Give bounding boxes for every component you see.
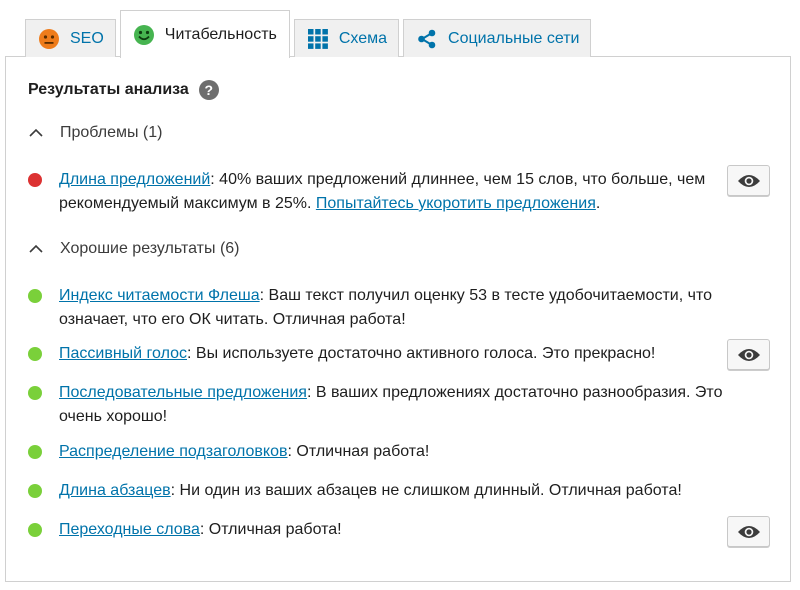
analysis-panel: Результаты анализа ? Проблемы (1) Длина … xyxy=(5,56,791,582)
shorten-sentences-link[interactable]: Попытайтесь укоротить предложения xyxy=(316,195,596,212)
chevron-up-icon xyxy=(28,125,44,141)
tab-schema-label: Схема xyxy=(338,29,388,47)
result-link[interactable]: Переходные слова xyxy=(59,521,200,538)
result-link[interactable]: Последовательные предложения xyxy=(59,384,307,401)
tab-seo-label: SEO xyxy=(70,29,104,47)
good-bullet xyxy=(28,289,42,303)
good-bullet xyxy=(28,386,42,400)
good-results-toggle[interactable]: Хорошие результаты (6) xyxy=(28,240,240,258)
list-item: Длина абзацев: Ни один из ваших абзацев … xyxy=(28,479,728,503)
sad-face-icon xyxy=(38,28,60,50)
good-bullet xyxy=(28,484,42,498)
help-icon[interactable]: ? xyxy=(198,80,219,100)
list-item: Последовательные предложения: В ваших пр… xyxy=(28,381,728,429)
list-item: Длина предложений: 40% ваших предложений… xyxy=(28,168,728,216)
bad-bullet xyxy=(28,173,42,187)
analysis-tabs: SEO Читабельность Схема Социальные сети xyxy=(25,10,595,58)
highlight-button[interactable] xyxy=(727,516,770,547)
tab-social-label: Социальные сети xyxy=(448,29,580,47)
problems-toggle[interactable]: Проблемы (1) xyxy=(28,124,162,142)
problems-heading: Проблемы (1) xyxy=(60,124,163,141)
page-title: Результаты анализа xyxy=(28,81,189,98)
good-bullet xyxy=(28,523,42,537)
result-link[interactable]: Распределение подзаголовков xyxy=(59,443,288,460)
result-text: Индекс читаемости Флеша: Ваш текст получ… xyxy=(59,287,713,328)
result-text: Длина абзацев: Ни один из ваших абзацев … xyxy=(59,482,682,499)
smile-face-icon xyxy=(133,24,155,46)
list-item: Пассивный голос: Вы используете достаточ… xyxy=(28,342,728,366)
analysis-header: Результаты анализа ? xyxy=(28,80,219,100)
tab-readability[interactable]: Читабельность xyxy=(119,10,290,58)
tab-seo[interactable]: SEO xyxy=(25,19,116,57)
highlight-button[interactable] xyxy=(727,165,770,196)
list-item: Индекс читаемости Флеша: Ваш текст получ… xyxy=(28,284,728,332)
result-link[interactable]: Индекс читаемости Флеша xyxy=(59,287,260,304)
result-text: Последовательные предложения: В ваших пр… xyxy=(59,384,723,425)
list-item: Переходные слова: Отличная работа! xyxy=(28,518,728,542)
result-text: Переходные слова: Отличная работа! xyxy=(59,521,342,538)
eye-icon xyxy=(737,525,760,538)
highlight-button[interactable] xyxy=(727,339,770,370)
good-results-heading: Хорошие результаты (6) xyxy=(60,240,240,257)
result-text: Пассивный голос: Вы используете достаточ… xyxy=(59,345,656,362)
grid-icon xyxy=(307,28,329,50)
tab-social[interactable]: Социальные сети xyxy=(403,19,592,57)
share-icon xyxy=(416,28,438,50)
result-text: Длина предложений: 40% ваших предложений… xyxy=(59,171,706,212)
chevron-up-icon xyxy=(28,241,44,257)
result-link[interactable]: Длина абзацев xyxy=(59,482,171,499)
good-bullet xyxy=(28,445,42,459)
eye-icon xyxy=(737,348,760,361)
list-item: Распределение подзаголовков: Отличная ра… xyxy=(28,440,728,464)
result-link[interactable]: Длина предложений xyxy=(59,171,210,188)
tab-readability-label: Читабельность xyxy=(164,25,277,43)
result-text: Распределение подзаголовков: Отличная ра… xyxy=(59,443,430,460)
good-bullet xyxy=(28,347,42,361)
result-link[interactable]: Пассивный голос xyxy=(59,345,187,362)
eye-icon xyxy=(737,174,760,187)
tab-schema[interactable]: Схема xyxy=(293,19,400,57)
